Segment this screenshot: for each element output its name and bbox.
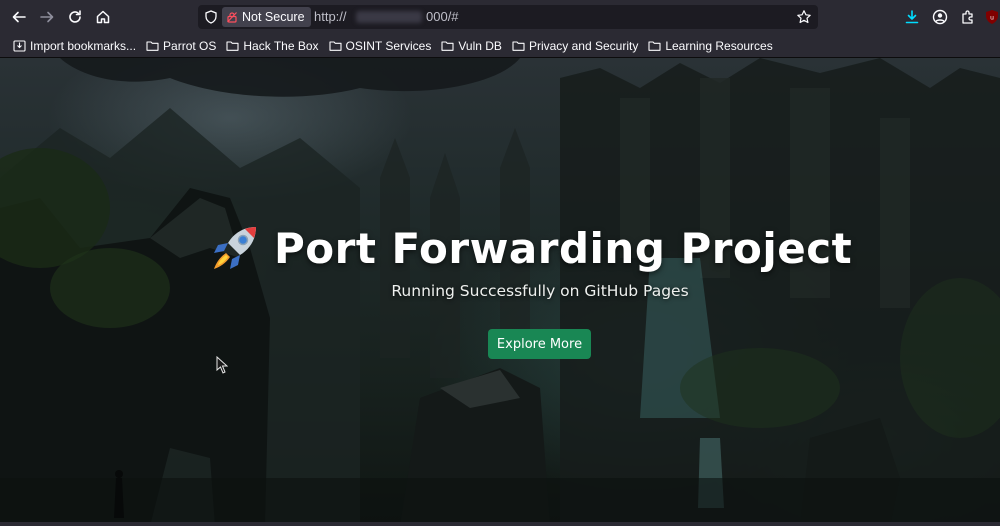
bookmark-label: Hack The Box: [243, 38, 319, 53]
bookmark-label: Vuln DB: [458, 38, 502, 53]
page-subtitle: Running Successfully on GitHub Pages: [391, 282, 689, 300]
ublock-button[interactable]: u: [984, 8, 1000, 26]
bookmark-folder-hack-the-box[interactable]: Hack The Box: [221, 35, 323, 57]
extensions-button[interactable]: [959, 8, 977, 26]
folder-icon: [226, 41, 239, 51]
folder-icon: [146, 41, 159, 51]
folder-icon: [441, 41, 454, 51]
bookmark-label: Import bookmarks...: [30, 38, 137, 53]
download-icon: [905, 10, 919, 24]
bookmark-import[interactable]: Import bookmarks...: [8, 35, 141, 57]
url-redacted-host: [356, 11, 422, 23]
folder-icon: [512, 41, 525, 51]
account-icon: [932, 9, 948, 25]
import-icon: [13, 40, 26, 52]
svg-text:u: u: [990, 15, 994, 22]
shield-icon[interactable]: [204, 10, 218, 24]
window-bottom-edge: [0, 522, 1000, 526]
url-bar[interactable]: Not Secure http:// 000/#: [198, 5, 818, 29]
bookmarks-toolbar: Import bookmarks... Parrot OS Hack The B…: [0, 34, 1000, 58]
arrow-left-icon: [12, 11, 26, 23]
downloads-button[interactable]: [903, 8, 921, 26]
url-prefix: http://: [314, 9, 347, 24]
bookmark-folder-parrot-os[interactable]: Parrot OS: [141, 35, 221, 57]
account-button[interactable]: [931, 8, 949, 26]
arrow-right-icon: [40, 11, 54, 23]
rocket-icon: [214, 227, 256, 269]
reload-button[interactable]: [62, 4, 88, 30]
page-viewport: Port Forwarding Project Running Successf…: [0, 58, 1000, 526]
bookmark-label: Learning Resources: [665, 38, 773, 53]
home-icon: [96, 10, 110, 24]
star-icon[interactable]: [796, 9, 812, 25]
puzzle-icon: [962, 10, 973, 24]
folder-icon: [648, 41, 661, 51]
bookmark-label: OSINT Services: [345, 38, 432, 53]
bookmark-label: Privacy and Security: [528, 38, 639, 53]
explore-more-button[interactable]: Explore More: [488, 329, 591, 359]
page-title: Port Forwarding Project: [274, 223, 853, 273]
bookmark-folder-privacy-and-security[interactable]: Privacy and Security: [507, 35, 643, 57]
broken-lock-icon: [227, 12, 237, 23]
hero-heading: Port Forwarding Project: [210, 220, 890, 276]
forward-button[interactable]: [34, 4, 60, 30]
bookmark-label: Parrot OS: [163, 38, 217, 53]
home-button[interactable]: [90, 4, 116, 30]
bookmark-folder-vuln-db[interactable]: Vuln DB: [436, 35, 507, 57]
folder-icon: [328, 41, 342, 51]
bookmark-folder-learning-resources[interactable]: Learning Resources: [643, 35, 777, 57]
browser-toolbar: Not Secure http:// 000/# u: [0, 0, 1000, 34]
back-button[interactable]: [6, 4, 32, 30]
url-suffix: 000/#: [426, 9, 459, 24]
security-label: Not Secure: [242, 10, 305, 24]
mouse-cursor-icon: [216, 356, 228, 374]
shield-extension-icon: u: [986, 10, 998, 24]
security-indicator[interactable]: Not Secure: [222, 7, 311, 27]
reload-icon: [69, 10, 81, 23]
bookmark-folder-osint-services[interactable]: OSINT Services: [324, 35, 437, 57]
